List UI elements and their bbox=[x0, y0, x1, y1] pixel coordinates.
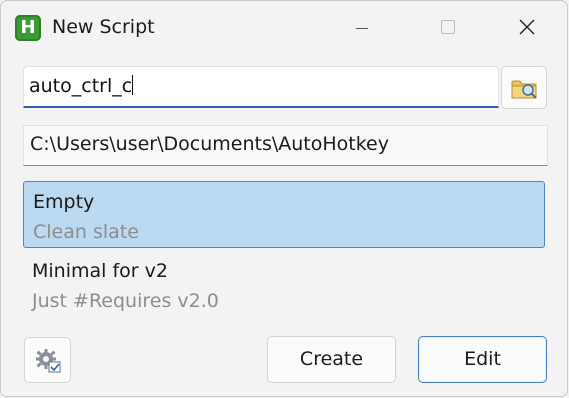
gear-settings-icon bbox=[36, 349, 61, 373]
script-name-value: auto_ctrl_c bbox=[29, 75, 133, 97]
new-script-dialog: H New Script auto_ctrl_c C:\Users\user\D… bbox=[0, 0, 568, 397]
template-description: Just #Requires v2.0 bbox=[32, 290, 219, 312]
close-icon bbox=[519, 19, 535, 35]
text-caret bbox=[132, 75, 134, 95]
template-settings-button[interactable] bbox=[24, 337, 71, 383]
edit-button[interactable]: Edit bbox=[418, 336, 547, 383]
autohotkey-app-icon: H bbox=[15, 15, 41, 41]
template-item-empty[interactable]: Empty Clean slate bbox=[23, 181, 545, 248]
close-button[interactable] bbox=[506, 11, 548, 45]
window-title: New Script bbox=[52, 16, 155, 38]
template-name: Minimal for v2 bbox=[32, 260, 168, 282]
minimize-button[interactable] bbox=[341, 11, 383, 45]
script-folder-path[interactable]: C:\Users\user\Documents\AutoHotkey bbox=[23, 125, 548, 166]
template-item-minimal-v2[interactable]: Minimal for v2 Just #Requires v2.0 bbox=[23, 251, 545, 318]
template-name: Empty bbox=[33, 191, 95, 213]
browse-folder-button[interactable] bbox=[501, 66, 547, 109]
app-icon-letter: H bbox=[20, 17, 36, 38]
create-button[interactable]: Create bbox=[267, 336, 396, 383]
script-name-input[interactable]: auto_ctrl_c bbox=[23, 66, 499, 108]
title-bar: H New Script bbox=[1, 1, 567, 55]
maximize-button[interactable] bbox=[425, 11, 467, 45]
template-description: Clean slate bbox=[33, 221, 139, 243]
maximize-icon bbox=[441, 20, 455, 34]
folder-search-icon bbox=[511, 80, 537, 99]
